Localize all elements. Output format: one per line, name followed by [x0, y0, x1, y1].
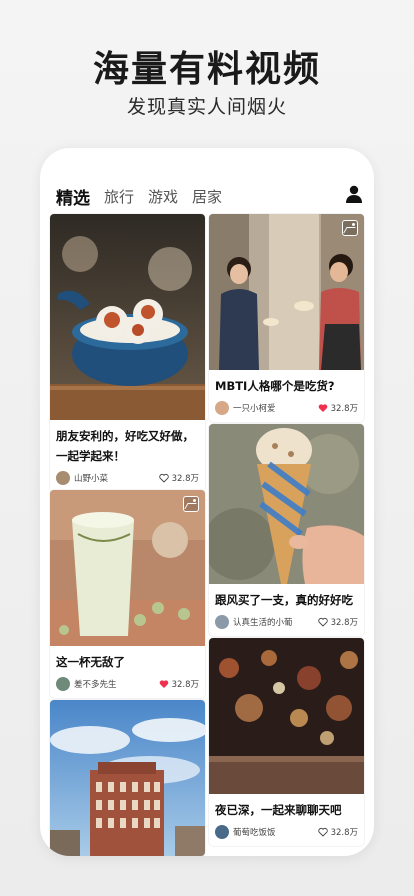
- author-name: 葡萄吃饭饭: [233, 828, 276, 838]
- like-count[interactable]: 32.8万: [317, 826, 358, 838]
- card-thumbnail: [50, 700, 205, 856]
- profile-icon[interactable]: [344, 184, 364, 204]
- card-title: 跟风买了一支，真的好好吃: [215, 593, 353, 607]
- author-name: 山野小菜: [74, 474, 109, 484]
- tab-home[interactable]: 居家: [192, 186, 222, 207]
- card-thumbnail: [209, 638, 364, 794]
- image-badge-icon: [342, 220, 358, 236]
- like-count[interactable]: 32.8万: [317, 616, 358, 628]
- tab-travel[interactable]: 旅行: [104, 186, 134, 207]
- avatar: [215, 825, 229, 839]
- feed-card[interactable]: 夜已深，一起来聊聊天吧 葡萄吃饭饭 32.8万: [209, 638, 364, 846]
- card-meta: 山野小菜 32.8万: [50, 466, 205, 492]
- like-count[interactable]: 32.8万: [158, 472, 199, 484]
- like-count[interactable]: 32.8万: [318, 402, 358, 414]
- tab-games[interactable]: 游戏: [148, 186, 178, 207]
- likes-text: 32.8万: [171, 680, 199, 690]
- likes-text: 32.8万: [330, 618, 358, 628]
- hero-subtitle: 发现真实人间烟火: [126, 96, 287, 118]
- author-name: 一只小柯爱: [233, 404, 276, 414]
- card-meta: 认真生活的小葡 32.8万: [209, 610, 364, 636]
- feed-card[interactable]: MBTI人格哪个是吃货? 一只小柯爱 32.8万: [209, 214, 364, 422]
- feed-card[interactable]: [50, 700, 205, 856]
- card-meta: 一只小柯爱 32.8万: [209, 396, 364, 422]
- feed-card[interactable]: 这一杯无敌了 差不多先生 32.8万: [50, 490, 205, 698]
- hero-title: 海量有料视频: [92, 49, 321, 90]
- card-meta: 差不多先生 32.8万: [50, 672, 205, 698]
- card-thumbnail: [209, 214, 364, 370]
- avatar: [215, 615, 229, 629]
- author-name: 差不多先生: [74, 680, 117, 690]
- like-count[interactable]: 32.8万: [159, 678, 199, 690]
- likes-text: 32.8万: [330, 828, 358, 838]
- heart-outline-icon: [317, 617, 328, 627]
- feed-card[interactable]: 朋友安利的，好吃又好做，一起学起来！ 山野小菜 32.8万: [50, 214, 205, 492]
- heart-filled-icon: [318, 404, 327, 412]
- card-title: MBTI人格哪个是吃货?: [215, 379, 335, 393]
- card-meta: 葡萄吃饭饭 32.8万: [209, 820, 364, 846]
- heart-filled-icon: [159, 680, 168, 688]
- heart-outline-icon: [317, 827, 328, 837]
- author-name: 认真生活的小葡: [233, 618, 293, 628]
- heart-outline-icon: [158, 473, 169, 483]
- avatar: [56, 677, 70, 691]
- avatar: [215, 401, 229, 415]
- phone-frame: 精选 旅行 游戏 居家 朋友安利的，好吃又好做，一起学起来！ 山野小菜 32.8…: [40, 148, 374, 856]
- card-thumbnail: [209, 424, 364, 584]
- category-tabs: 精选 旅行 游戏 居家: [56, 182, 362, 210]
- card-title: 朋友安利的，好吃又好做，一起学起来！: [56, 429, 194, 463]
- card-thumbnail: [50, 490, 205, 646]
- card-thumbnail: [50, 214, 205, 420]
- image-badge-icon: [183, 496, 199, 512]
- avatar: [56, 471, 70, 485]
- card-title: 夜已深，一起来聊聊天吧: [215, 803, 342, 817]
- likes-text: 32.8万: [171, 474, 199, 484]
- card-title: 这一杯无敌了: [56, 655, 125, 669]
- tab-featured[interactable]: 精选: [56, 184, 90, 209]
- likes-text: 32.8万: [330, 404, 358, 414]
- feed-card[interactable]: 跟风买了一支，真的好好吃 认真生活的小葡 32.8万: [209, 424, 364, 636]
